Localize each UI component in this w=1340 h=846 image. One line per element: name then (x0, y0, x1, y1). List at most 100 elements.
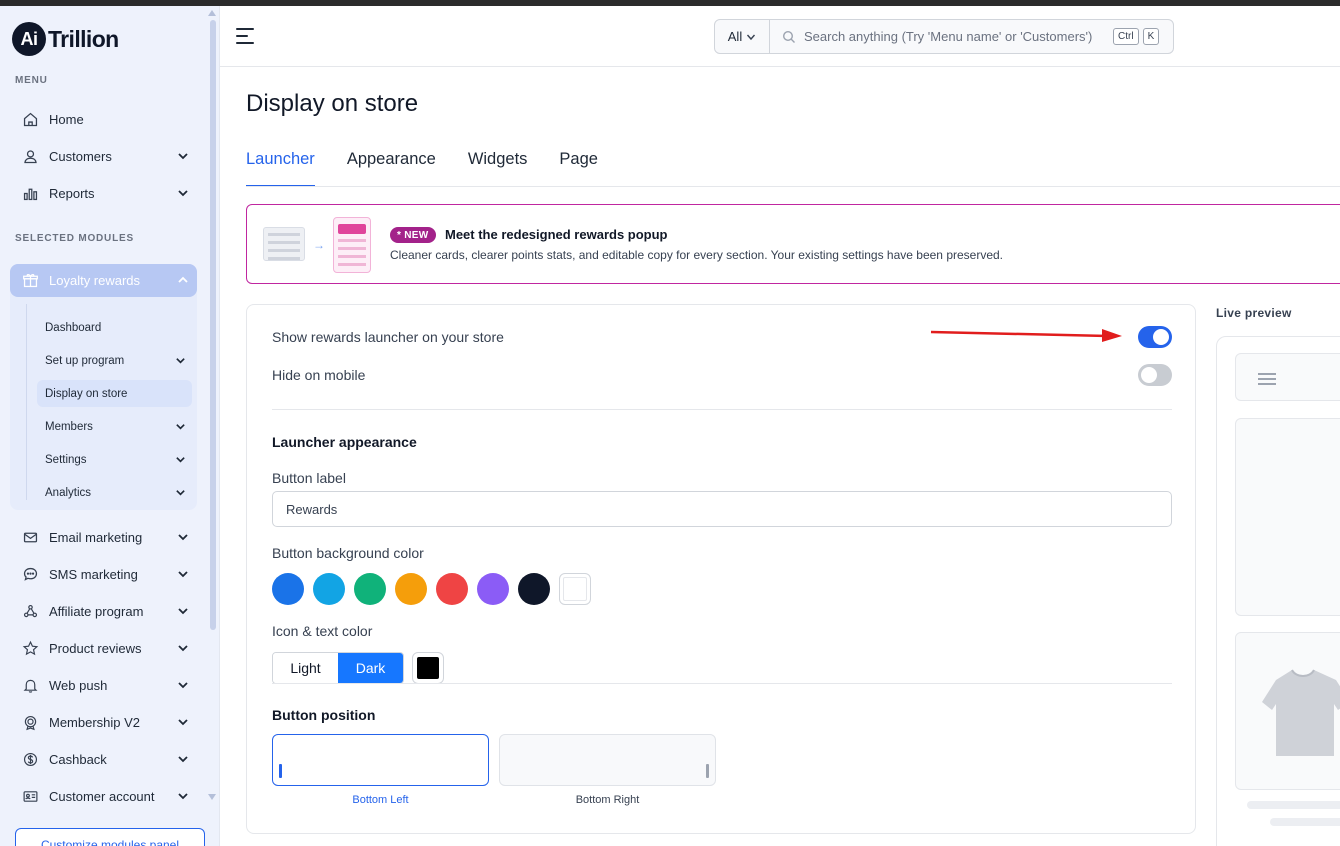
sidebar-item-label: Customer account (49, 789, 155, 804)
sidebar-item-web-push[interactable]: Web push (10, 669, 197, 702)
custom-color-picker[interactable] (559, 573, 591, 605)
sidebar-item-email-marketing[interactable]: Email marketing (10, 521, 197, 554)
tab-appearance[interactable]: Appearance (347, 150, 436, 187)
position-bottom-right-label: Bottom Right (575, 794, 640, 806)
tabs-divider (246, 186, 1340, 187)
hide-mobile-toggle[interactable] (1138, 364, 1172, 386)
color-swatch-purple[interactable] (477, 573, 509, 605)
chevron-down-icon (178, 682, 188, 689)
subitem-label: Analytics (45, 486, 92, 499)
sidebar-item-home[interactable]: Home (10, 103, 197, 136)
color-swatch-green[interactable] (354, 573, 386, 605)
position-bottom-right[interactable] (499, 734, 716, 786)
user-icon (21, 148, 39, 166)
sidebar-item-loyalty-rewards[interactable]: Loyalty rewards (10, 264, 197, 297)
sidebar-item-membership-v2[interactable]: Membership V2 (10, 706, 197, 739)
chevron-down-icon (176, 424, 185, 430)
color-swatch-orange[interactable] (395, 573, 427, 605)
shortcut-key-k: K (1142, 28, 1160, 45)
position-bottom-left[interactable] (272, 734, 489, 786)
global-search: All Ctrl K (714, 19, 1174, 54)
tab-bar: Launcher Appearance Widgets Page (246, 150, 630, 187)
position-bottom-left-label: Bottom Left (352, 794, 409, 806)
button-label-input[interactable] (272, 491, 1172, 527)
sidebar-item-label: Email marketing (49, 530, 143, 545)
sidebar-subitem-display-on-store[interactable]: Display on store (37, 380, 192, 407)
button-position-title: Button position (272, 707, 376, 723)
badge-icon (21, 714, 39, 732)
mail-icon (21, 529, 39, 547)
sidebar-subitem-dashboard[interactable]: Dashboard (37, 314, 192, 341)
menu-toggle-icon[interactable] (236, 28, 256, 46)
tab-page[interactable]: Page (559, 150, 598, 187)
chevron-down-icon (178, 793, 188, 800)
scroll-up-arrow[interactable] (208, 10, 216, 16)
customize-modules-button[interactable]: Customize modules panel (15, 828, 205, 846)
tshirt-icon (1262, 669, 1340, 756)
search-input[interactable] (804, 29, 1109, 44)
chevron-down-icon (178, 645, 188, 652)
tab-widgets[interactable]: Widgets (468, 150, 528, 187)
show-launcher-toggle[interactable] (1138, 326, 1172, 348)
topbar: All Ctrl K (220, 6, 1340, 67)
icon-text-segmented-control: Light Dark (272, 652, 404, 684)
logo-text: Trillion (48, 25, 119, 52)
color-swatch-blue[interactable] (272, 573, 304, 605)
sidebar-item-label: Reports (49, 186, 95, 201)
color-swatch-sky[interactable] (313, 573, 345, 605)
chat-icon (21, 566, 39, 584)
chevron-down-icon (178, 190, 188, 197)
icon-text-color-picker[interactable] (412, 652, 444, 684)
arrow-right-icon: → (313, 238, 325, 252)
sidebar-item-label: Customers (49, 149, 112, 164)
tree-guide-line (26, 304, 27, 500)
sidebar-item-label: Cashback (49, 752, 107, 767)
sidebar-subitem-settings[interactable]: Settings (37, 446, 192, 473)
banner-title: Meet the redesigned rewards popup (445, 227, 668, 242)
sidebar-item-customers[interactable]: Customers (10, 140, 197, 173)
sidebar-scrollbar[interactable] (210, 20, 216, 630)
new-badge: * NEW (390, 227, 436, 243)
module-label: Loyalty rewards (49, 273, 141, 288)
icon-text-color-title: Icon & text color (272, 623, 373, 639)
sidebar-item-customer-account[interactable]: Customer account (10, 780, 197, 813)
search-scope-label: All (727, 29, 743, 44)
option-light[interactable]: Light (273, 653, 338, 683)
sidebar-item-label: Affiliate program (49, 604, 144, 619)
loyalty-module-group: Loyalty rewards Dashboard Set up program… (10, 264, 197, 510)
hide-mobile-label: Hide on mobile (272, 367, 366, 383)
show-launcher-label: Show rewards launcher on your store (272, 329, 504, 345)
search-scope-select[interactable]: All (715, 20, 770, 53)
sidebar-subitem-set-up-program[interactable]: Set up program (37, 347, 192, 374)
brand-logo[interactable]: Ai Trillion (12, 22, 119, 56)
preview-content-block (1235, 418, 1340, 616)
sidebar-subitem-members[interactable]: Members (37, 413, 192, 440)
subitem-label: Dashboard (45, 321, 102, 334)
chevron-down-icon (176, 358, 185, 364)
sidebar-item-reports[interactable]: Reports (10, 177, 197, 210)
sidebar-item-product-reviews[interactable]: Product reviews (10, 632, 197, 665)
preview-text-line (1270, 818, 1340, 826)
scroll-down-arrow[interactable] (208, 794, 216, 800)
color-swatch-red[interactable] (436, 573, 468, 605)
announcement-banner: → * NEW Meet the redesigned rewards popu… (246, 204, 1340, 284)
chevron-down-icon (178, 756, 188, 763)
button-label-title: Button label (272, 470, 346, 486)
sidebar-item-label: Membership V2 (49, 715, 141, 730)
sidebar-item-label: Home (49, 112, 84, 127)
menu-section-label: MENU (15, 75, 48, 86)
sidebar-subitem-analytics[interactable]: Analytics (37, 479, 192, 506)
launcher-appearance-title: Launcher appearance (272, 434, 417, 450)
section-divider (272, 409, 1172, 410)
old-popup-thumbnail (263, 227, 305, 261)
chevron-down-icon (178, 719, 188, 726)
sidebar-item-sms-marketing[interactable]: SMS marketing (10, 558, 197, 591)
bar-chart-icon (21, 185, 39, 203)
chevron-down-icon (747, 34, 756, 40)
sidebar-item-cashback[interactable]: Cashback (10, 743, 197, 776)
option-dark[interactable]: Dark (338, 653, 403, 683)
shortcut-key-ctrl: Ctrl (1113, 28, 1139, 45)
color-swatch-navy[interactable] (518, 573, 550, 605)
tab-launcher[interactable]: Launcher (246, 150, 315, 187)
sidebar-item-affiliate-program[interactable]: Affiliate program (10, 595, 197, 628)
